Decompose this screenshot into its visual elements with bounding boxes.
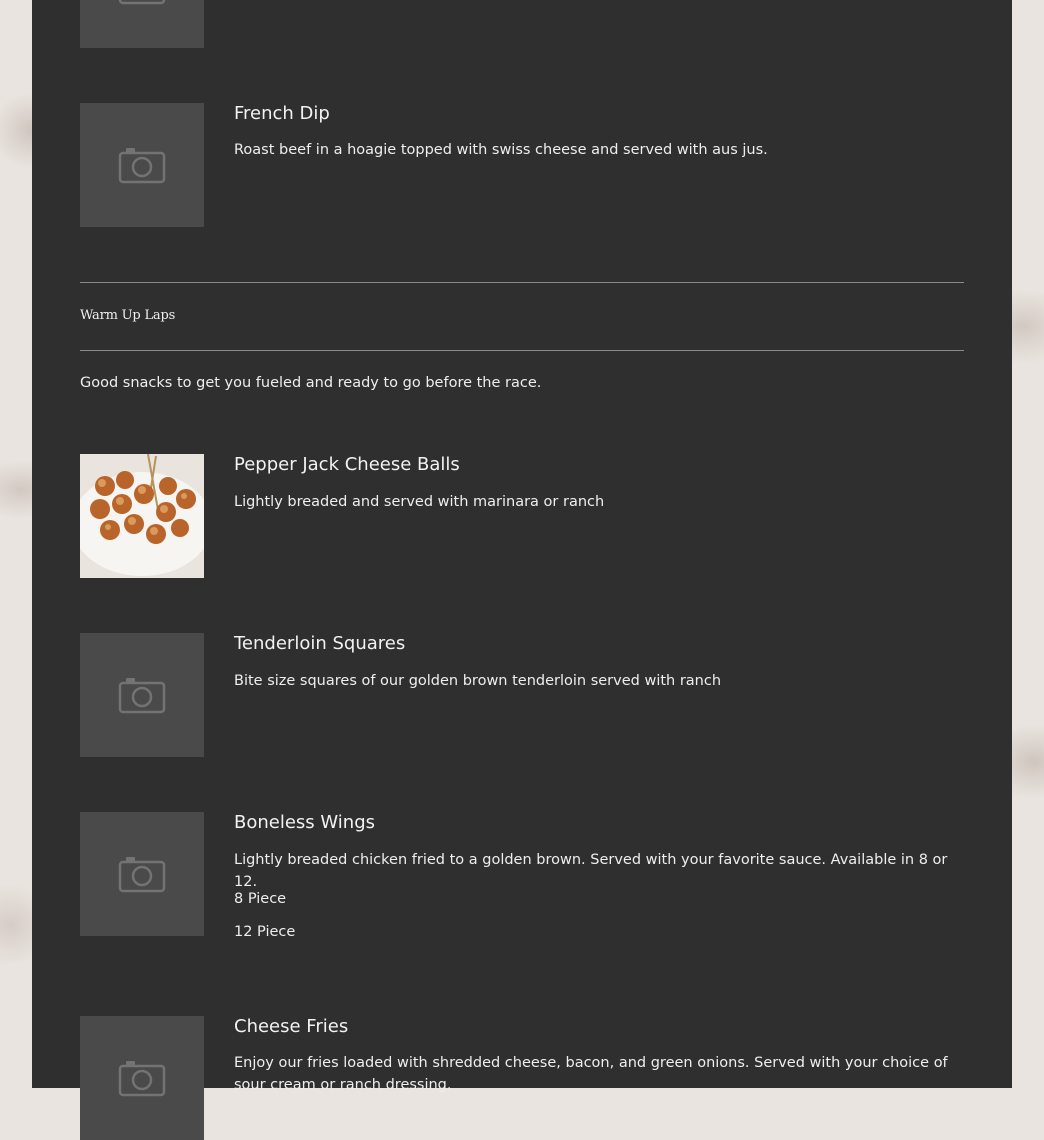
menu-item-title: Pepper Jack Cheese Balls (234, 454, 460, 475)
cheese-balls-photo[interactable] (80, 454, 204, 578)
section-description: Good snacks to get you fueled and ready … (80, 375, 542, 391)
menu-item-image-placeholder (80, 812, 204, 936)
menu-item-title: Boneless Wings (234, 812, 376, 833)
menu-item-title: Tenderloin Squares (234, 633, 406, 654)
camera-placeholder-icon (118, 148, 166, 184)
camera-placeholder-icon (118, 0, 166, 5)
menu-item-description: Roast beef in a hoagie topped with swiss… (234, 142, 768, 158)
menu-item-image-placeholder (80, 103, 204, 227)
menu-item-description: Lightly breaded chicken fried to a golde… (234, 852, 948, 890)
cheese-balls-image (80, 454, 204, 578)
menu-item-title: Cheese Fries (234, 1016, 349, 1037)
menu-item-image-placeholder (80, 633, 204, 757)
menu-item-option-8-piece: 8 Piece (234, 891, 287, 907)
camera-placeholder-icon (118, 857, 166, 893)
menu-item-option-12-piece: 12 Piece (234, 924, 296, 940)
menu-item-image-placeholder (80, 0, 204, 48)
section-title: Warm Up Laps (80, 308, 176, 323)
menu-item-description: Lightly breaded and served with marinara… (234, 494, 605, 510)
menu-item-image-placeholder (80, 1016, 204, 1140)
section-divider-top (80, 282, 964, 283)
menu-panel: French Dip Roast beef in a hoagie topped… (32, 0, 1012, 1140)
camera-placeholder-icon (118, 1061, 166, 1097)
menu-item-title: French Dip (234, 103, 330, 124)
camera-placeholder-icon (118, 678, 166, 714)
section-divider-bottom (80, 350, 964, 351)
menu-item-description: Bite size squares of our golden brown te… (234, 673, 722, 689)
menu-item-description: Enjoy our fries loaded with shredded che… (234, 1055, 948, 1093)
